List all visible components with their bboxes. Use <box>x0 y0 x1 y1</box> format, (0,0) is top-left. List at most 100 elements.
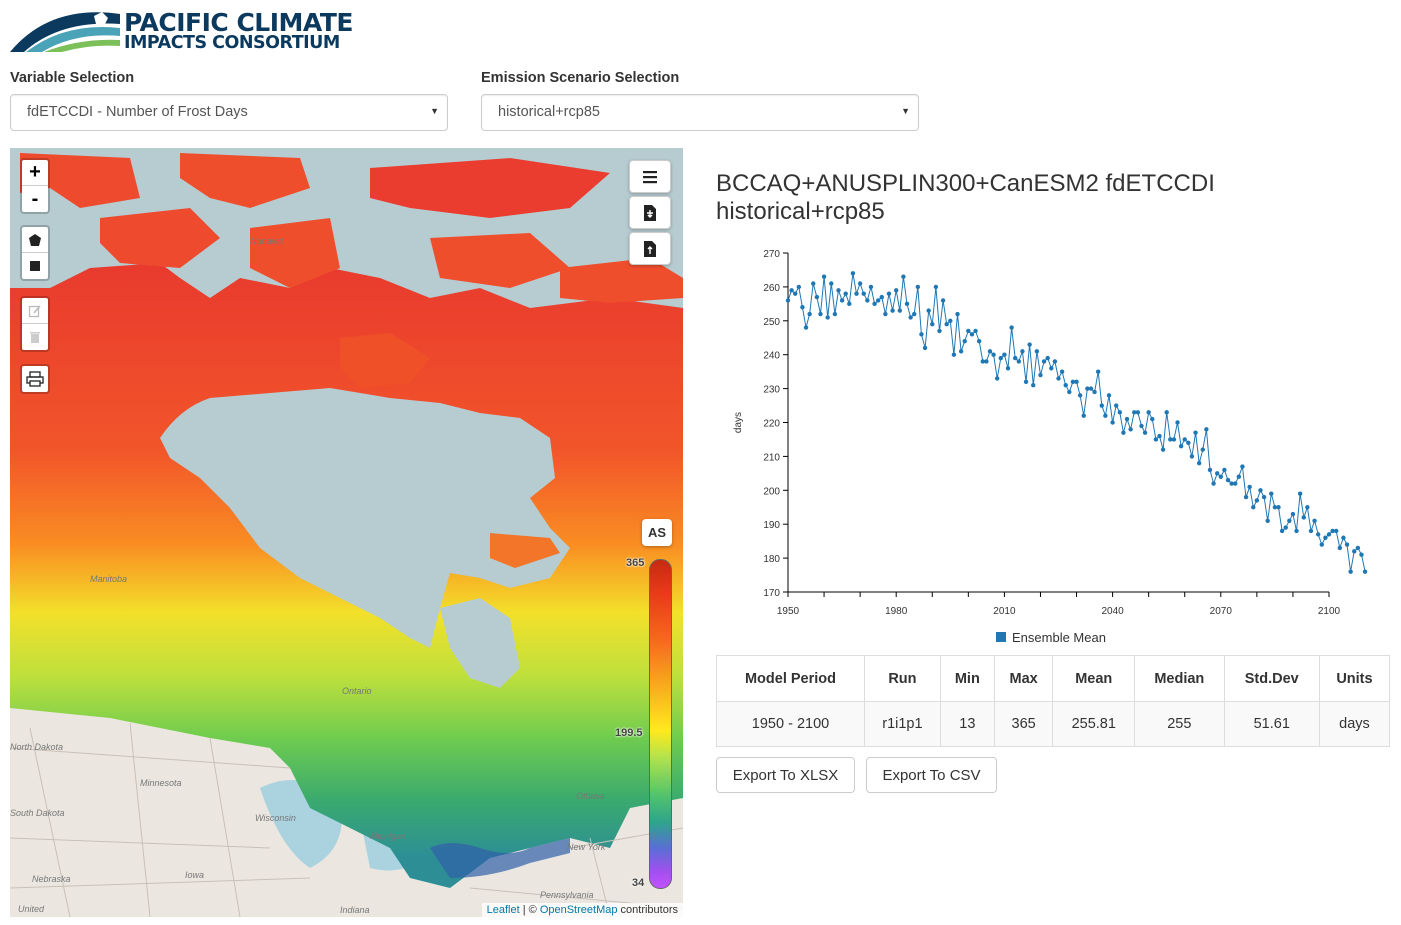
data-point <box>1110 420 1115 425</box>
printer-icon <box>26 371 44 387</box>
data-point <box>1027 342 1032 347</box>
header-median: Median <box>1134 655 1225 702</box>
data-point <box>890 308 895 313</box>
data-point <box>948 318 953 323</box>
y-tick-label: 200 <box>763 486 780 497</box>
variable-select[interactable]: fdETCCDI - Number of Frost Days ▼ <box>10 94 448 131</box>
cell-median: 255 <box>1134 701 1225 747</box>
header-std-dev: Std.Dev <box>1223 655 1320 702</box>
data-point <box>1041 359 1047 364</box>
data-point <box>1240 464 1245 469</box>
data-point <box>818 311 823 317</box>
map-label-manitoba: Manitoba <box>90 574 128 584</box>
export-csv-button[interactable]: Export To CSV <box>866 757 997 793</box>
y-tick-label: 250 <box>763 317 780 328</box>
caret-down-icon: ▼ <box>901 106 910 116</box>
data-point <box>930 321 935 327</box>
export-file-button[interactable] <box>629 232 671 265</box>
menu-icon <box>643 170 657 183</box>
draw-polygon-button[interactable] <box>22 227 48 253</box>
pcic-logo: PACIFIC CLIMATE IMPACTS CONSORTIUM <box>10 8 372 54</box>
data-point <box>1269 491 1274 496</box>
map-label-minnesota: Minnesota <box>140 778 182 788</box>
data-point <box>1323 535 1328 540</box>
data-point <box>886 291 892 296</box>
table-row: 1950 - 2100 r1i1p1 13 365 255.81 255 51.… <box>716 701 1391 747</box>
variable-selection-label: Variable Selection <box>10 70 135 86</box>
data-point <box>1121 430 1126 435</box>
cell-model-period: 1950 - 2100 <box>716 701 865 747</box>
map-label-united: United <box>18 904 45 914</box>
data-point <box>1204 427 1209 432</box>
data-point <box>1189 454 1195 459</box>
y-tick-label: 180 <box>763 554 780 565</box>
data-point <box>850 271 856 276</box>
data-point <box>1301 515 1306 520</box>
data-point <box>1362 569 1368 574</box>
data-point <box>1182 437 1187 442</box>
data-point <box>1279 528 1285 534</box>
delete-layers-button[interactable] <box>22 324 48 350</box>
climate-raster <box>10 153 683 917</box>
data-point <box>1287 518 1292 524</box>
header-max: Max <box>993 655 1054 702</box>
cell-max: 365 <box>993 701 1054 747</box>
data-point <box>1013 355 1018 361</box>
data-point <box>1081 413 1086 418</box>
data-point <box>987 349 993 354</box>
y-tick-label: 230 <box>763 385 780 396</box>
data-point <box>832 311 838 317</box>
data-point <box>1344 542 1350 547</box>
data-point <box>1077 393 1083 398</box>
data-point <box>962 338 967 344</box>
data-point <box>940 298 946 303</box>
zoom-in-button[interactable]: + <box>22 160 48 186</box>
data-point <box>1214 471 1220 476</box>
data-point <box>1117 410 1123 415</box>
attribution-separator: | © <box>519 904 540 916</box>
data-point <box>1063 383 1068 388</box>
data-point <box>926 308 931 313</box>
data-point <box>1124 416 1130 422</box>
data-point <box>1352 549 1357 554</box>
data-point <box>1114 403 1119 408</box>
edit-layers-button[interactable] <box>22 298 48 324</box>
legend-max-label: 365 <box>626 557 645 569</box>
map-view[interactable]: Nunavut Manitoba Ontario North Dakota Mi… <box>10 148 683 917</box>
data-point <box>1092 389 1097 395</box>
layers-menu-button[interactable] <box>629 160 671 193</box>
data-point <box>937 328 942 334</box>
data-point <box>969 332 975 337</box>
zoom-out-button[interactable]: - <box>22 186 48 212</box>
draw-rectangle-button[interactable] <box>22 253 48 279</box>
data-point <box>1106 393 1112 398</box>
data-point <box>836 288 841 293</box>
data-point <box>1207 467 1213 473</box>
data-point <box>1059 369 1065 374</box>
data-point <box>915 284 921 290</box>
data-point <box>1178 444 1184 449</box>
data-point <box>991 352 996 357</box>
logo-mark <box>10 12 120 52</box>
data-point <box>1251 505 1256 510</box>
export-xlsx-button[interactable]: Export To XLSX <box>716 757 855 793</box>
file-export-icon <box>644 240 656 257</box>
import-file-button[interactable] <box>629 196 671 229</box>
emission-scenario-select[interactable]: historical+rcp85 ▼ <box>481 94 919 131</box>
print-button[interactable] <box>22 366 48 392</box>
data-point <box>1045 355 1050 361</box>
data-point <box>966 328 971 334</box>
data-point <box>1139 423 1144 429</box>
leaflet-link[interactable]: Leaflet <box>487 904 520 916</box>
autoscale-button[interactable]: AS <box>642 519 672 546</box>
legend-swatch <box>996 632 1006 642</box>
data-point <box>868 284 874 290</box>
data-point <box>976 338 982 344</box>
openstreetmap-link[interactable]: OpenStreetMap <box>540 904 618 916</box>
data-point <box>1196 460 1202 466</box>
data-point <box>1276 505 1281 510</box>
data-point <box>839 298 845 303</box>
data-point <box>908 315 913 320</box>
data-point <box>1005 366 1011 371</box>
data-point <box>1247 484 1252 490</box>
